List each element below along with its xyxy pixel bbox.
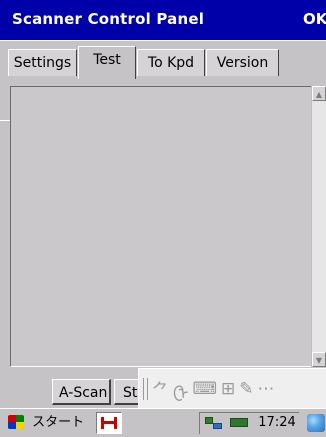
- ascan-button[interactable]: A-Scan: [52, 379, 111, 405]
- input-method-icon[interactable]: [307, 414, 325, 432]
- title-bar: Scanner Control Panel OK: [0, 0, 326, 41]
- start-button[interactable]: スタート: [2, 411, 88, 435]
- keyboard-icon[interactable]: ⌨: [192, 379, 217, 399]
- start-label: スタート: [32, 415, 85, 430]
- conversion-icon[interactable]: ⊞: [221, 379, 235, 399]
- toolbar-grip-icon[interactable]: [143, 377, 148, 400]
- tab-strip: Settings Test To Kpd Version: [0, 41, 326, 121]
- kanji-icon[interactable]: ᠿ: [173, 374, 188, 404]
- scroll-down-arrow-icon[interactable]: ▼: [312, 352, 326, 367]
- tab-test[interactable]: Test: [78, 46, 136, 79]
- window-title: Scanner Control Panel: [12, 10, 205, 28]
- device-screen: Scanner Control Panel OK Settings Test T…: [0, 0, 326, 437]
- battery-icon[interactable]: [230, 417, 249, 427]
- extra-icon[interactable]: ⋯: [257, 379, 274, 399]
- tab-version[interactable]: Version: [206, 49, 279, 76]
- network-icon[interactable]: [204, 415, 224, 429]
- active-app-button[interactable]: [96, 412, 122, 434]
- taskbar: スタート 17:24: [0, 408, 326, 437]
- ok-button[interactable]: OK: [303, 10, 326, 28]
- settings-icon[interactable]: ✎: [239, 379, 253, 399]
- scanner-app-icon: [101, 417, 117, 429]
- hand-icon[interactable]: ⺈: [152, 376, 169, 401]
- tab-to-kpd[interactable]: To Kpd: [137, 49, 205, 76]
- system-tray: 17:24: [199, 412, 299, 434]
- clock[interactable]: 17:24: [258, 413, 295, 433]
- test-output-panel: [10, 86, 312, 367]
- input-panel-toolbar[interactable]: ⺈ ᠿ ⌨ ⊞ ✎ ⋯: [138, 368, 326, 408]
- tab-settings[interactable]: Settings: [8, 49, 77, 76]
- vertical-scrollbar[interactable]: ▲ ▼: [311, 86, 326, 367]
- windows-flag-icon: [8, 414, 24, 429]
- scroll-up-arrow-icon[interactable]: ▲: [312, 86, 326, 101]
